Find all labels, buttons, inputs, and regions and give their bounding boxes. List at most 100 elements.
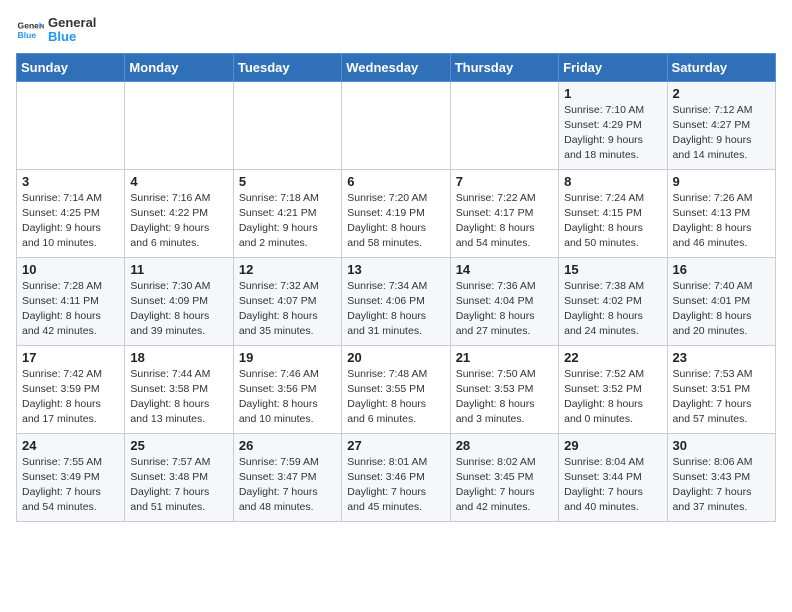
day-cell: 14 Sunrise: 7:36 AM Sunset: 4:04 PM Dayli… [450, 257, 558, 345]
day-cell: 8 Sunrise: 7:24 AM Sunset: 4:15 PM Daylig… [559, 169, 667, 257]
day-info: Sunrise: 7:50 AM Sunset: 3:53 PM Dayligh… [456, 367, 553, 428]
day-number: 2 [673, 86, 770, 101]
day-number: 6 [347, 174, 444, 189]
day-info: Sunrise: 8:04 AM Sunset: 3:44 PM Dayligh… [564, 455, 661, 516]
day-number: 20 [347, 350, 444, 365]
day-cell: 24 Sunrise: 7:55 AM Sunset: 3:49 PM Dayli… [17, 433, 125, 521]
day-number: 4 [130, 174, 227, 189]
day-cell: 23Sunrise: 7:53 AM Sunset: 3:51 PM Dayli… [667, 345, 775, 433]
logo-blue: Blue [48, 30, 96, 44]
week-row-2: 10Sunrise: 7:28 AM Sunset: 4:11 PM Dayli… [17, 257, 776, 345]
day-number: 22 [564, 350, 661, 365]
day-info: Sunrise: 7:36 AM Sunset: 4:04 PM Dayligh… [456, 279, 553, 340]
day-info: Sunrise: 7:24 AM Sunset: 4:15 PM Dayligh… [564, 191, 661, 252]
day-info: Sunrise: 7:30 AM Sunset: 4:09 PM Dayligh… [130, 279, 227, 340]
col-header-wednesday: Wednesday [342, 53, 450, 81]
day-cell: 19 Sunrise: 7:46 AM Sunset: 3:56 PM Dayli… [233, 345, 341, 433]
day-number: 14 [456, 262, 553, 277]
day-cell: 18 Sunrise: 7:44 AM Sunset: 3:58 PM Dayli… [125, 345, 233, 433]
day-cell: 3 Sunrise: 7:14 AM Sunset: 4:25 PM Daylig… [17, 169, 125, 257]
week-row-3: 17 Sunrise: 7:42 AM Sunset: 3:59 PM Dayli… [17, 345, 776, 433]
week-row-4: 24 Sunrise: 7:55 AM Sunset: 3:49 PM Dayli… [17, 433, 776, 521]
day-cell: 22 Sunrise: 7:52 AM Sunset: 3:52 PM Dayli… [559, 345, 667, 433]
page-header: General Blue General Blue [16, 16, 776, 45]
day-cell: 7 Sunrise: 7:22 AM Sunset: 4:17 PM Daylig… [450, 169, 558, 257]
logo-general: General [48, 16, 96, 30]
day-cell [233, 81, 341, 169]
day-number: 17 [22, 350, 119, 365]
svg-text:Blue: Blue [18, 30, 37, 40]
day-info: Sunrise: 7:55 AM Sunset: 3:49 PM Dayligh… [22, 455, 119, 516]
col-header-saturday: Saturday [667, 53, 775, 81]
day-cell: 2Sunrise: 7:12 AM Sunset: 4:27 PM Daylig… [667, 81, 775, 169]
day-cell: 15 Sunrise: 7:38 AM Sunset: 4:02 PM Dayli… [559, 257, 667, 345]
col-header-sunday: Sunday [17, 53, 125, 81]
day-cell: 20 Sunrise: 7:48 AM Sunset: 3:55 PM Dayli… [342, 345, 450, 433]
day-info: Sunrise: 7:16 AM Sunset: 4:22 PM Dayligh… [130, 191, 227, 252]
day-number: 27 [347, 438, 444, 453]
day-number: 25 [130, 438, 227, 453]
day-cell: 10Sunrise: 7:28 AM Sunset: 4:11 PM Dayli… [17, 257, 125, 345]
week-row-0: 1 Sunrise: 7:10 AM Sunset: 4:29 PM Daylig… [17, 81, 776, 169]
col-header-friday: Friday [559, 53, 667, 81]
day-cell [450, 81, 558, 169]
day-cell: 17 Sunrise: 7:42 AM Sunset: 3:59 PM Dayli… [17, 345, 125, 433]
day-number: 10 [22, 262, 119, 277]
day-number: 21 [456, 350, 553, 365]
day-cell [125, 81, 233, 169]
day-number: 7 [456, 174, 553, 189]
day-number: 5 [239, 174, 336, 189]
day-info: Sunrise: 8:02 AM Sunset: 3:45 PM Dayligh… [456, 455, 553, 516]
day-info: Sunrise: 7:32 AM Sunset: 4:07 PM Dayligh… [239, 279, 336, 340]
day-number: 30 [673, 438, 770, 453]
day-info: Sunrise: 7:46 AM Sunset: 3:56 PM Dayligh… [239, 367, 336, 428]
calendar-table: SundayMondayTuesdayWednesdayThursdayFrid… [16, 53, 776, 522]
col-header-tuesday: Tuesday [233, 53, 341, 81]
day-number: 11 [130, 262, 227, 277]
day-info: Sunrise: 7:44 AM Sunset: 3:58 PM Dayligh… [130, 367, 227, 428]
day-number: 1 [564, 86, 661, 101]
day-info: Sunrise: 7:40 AM Sunset: 4:01 PM Dayligh… [673, 279, 770, 340]
day-cell: 25Sunrise: 7:57 AM Sunset: 3:48 PM Dayli… [125, 433, 233, 521]
day-info: Sunrise: 7:22 AM Sunset: 4:17 PM Dayligh… [456, 191, 553, 252]
day-number: 24 [22, 438, 119, 453]
header-row: SundayMondayTuesdayWednesdayThursdayFrid… [17, 53, 776, 81]
day-cell: 4 Sunrise: 7:16 AM Sunset: 4:22 PM Daylig… [125, 169, 233, 257]
day-info: Sunrise: 7:18 AM Sunset: 4:21 PM Dayligh… [239, 191, 336, 252]
day-number: 3 [22, 174, 119, 189]
day-cell: 28 Sunrise: 8:02 AM Sunset: 3:45 PM Dayli… [450, 433, 558, 521]
day-number: 28 [456, 438, 553, 453]
day-cell: 21 Sunrise: 7:50 AM Sunset: 3:53 PM Dayli… [450, 345, 558, 433]
day-info: Sunrise: 7:53 AM Sunset: 3:51 PM Dayligh… [673, 367, 770, 428]
day-info: Sunrise: 7:34 AM Sunset: 4:06 PM Dayligh… [347, 279, 444, 340]
day-number: 29 [564, 438, 661, 453]
day-cell: 29 Sunrise: 8:04 AM Sunset: 3:44 PM Dayli… [559, 433, 667, 521]
day-number: 12 [239, 262, 336, 277]
day-info: Sunrise: 7:59 AM Sunset: 3:47 PM Dayligh… [239, 455, 336, 516]
day-number: 26 [239, 438, 336, 453]
day-number: 18 [130, 350, 227, 365]
day-cell: 1 Sunrise: 7:10 AM Sunset: 4:29 PM Daylig… [559, 81, 667, 169]
day-number: 15 [564, 262, 661, 277]
week-row-1: 3 Sunrise: 7:14 AM Sunset: 4:25 PM Daylig… [17, 169, 776, 257]
day-info: Sunrise: 7:26 AM Sunset: 4:13 PM Dayligh… [673, 191, 770, 252]
day-info: Sunrise: 8:06 AM Sunset: 3:43 PM Dayligh… [673, 455, 770, 516]
day-cell: 27Sunrise: 8:01 AM Sunset: 3:46 PM Dayli… [342, 433, 450, 521]
day-info: Sunrise: 7:42 AM Sunset: 3:59 PM Dayligh… [22, 367, 119, 428]
day-cell: 16 Sunrise: 7:40 AM Sunset: 4:01 PM Dayli… [667, 257, 775, 345]
day-info: Sunrise: 7:48 AM Sunset: 3:55 PM Dayligh… [347, 367, 444, 428]
logo: General Blue General Blue [16, 16, 96, 45]
day-info: Sunrise: 7:38 AM Sunset: 4:02 PM Dayligh… [564, 279, 661, 340]
day-info: Sunrise: 7:20 AM Sunset: 4:19 PM Dayligh… [347, 191, 444, 252]
day-cell: 6 Sunrise: 7:20 AM Sunset: 4:19 PM Daylig… [342, 169, 450, 257]
day-number: 19 [239, 350, 336, 365]
day-cell: 9Sunrise: 7:26 AM Sunset: 4:13 PM Daylig… [667, 169, 775, 257]
day-info: Sunrise: 7:14 AM Sunset: 4:25 PM Dayligh… [22, 191, 119, 252]
day-number: 8 [564, 174, 661, 189]
day-cell: 12 Sunrise: 7:32 AM Sunset: 4:07 PM Dayli… [233, 257, 341, 345]
day-number: 16 [673, 262, 770, 277]
day-cell [342, 81, 450, 169]
day-info: Sunrise: 7:10 AM Sunset: 4:29 PM Dayligh… [564, 103, 661, 164]
day-info: Sunrise: 7:52 AM Sunset: 3:52 PM Dayligh… [564, 367, 661, 428]
day-cell: 11 Sunrise: 7:30 AM Sunset: 4:09 PM Dayli… [125, 257, 233, 345]
